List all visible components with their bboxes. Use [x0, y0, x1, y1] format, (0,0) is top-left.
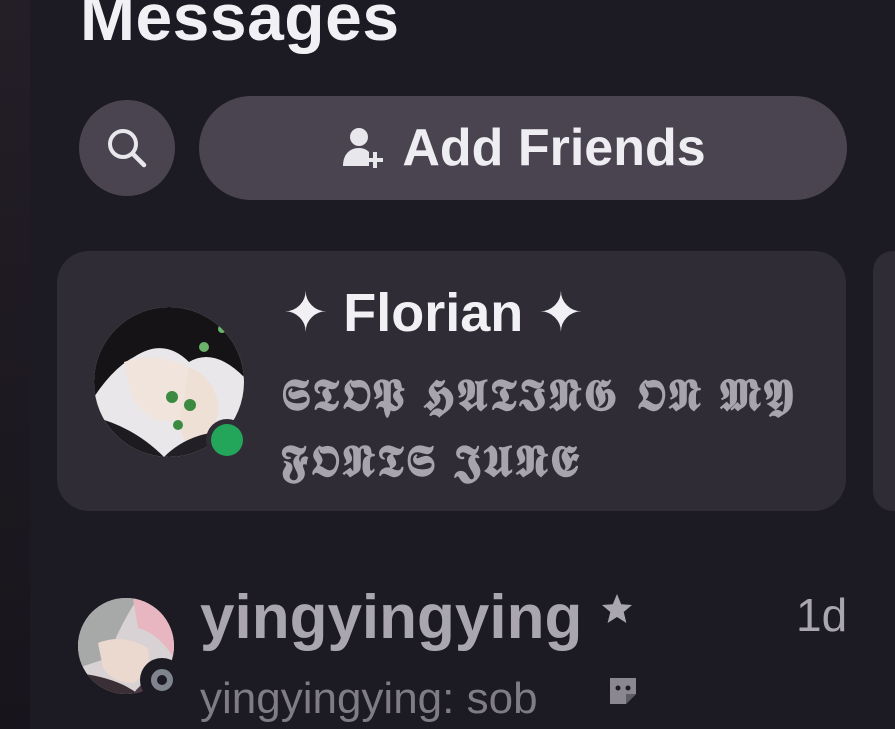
sticker-icon [610, 678, 636, 704]
featured-avatar-wrap[interactable] [94, 307, 248, 461]
featured-friend-card[interactable]: ✦ Florian ✦ 𝕾𝕿𝕺𝕻 𝕳𝕬𝕿𝕴𝕹𝕲 𝕺𝕹 𝕸𝖄 𝕱𝕺𝕹𝕿𝕾 𝕵𝖀𝕹𝕰 [57, 251, 846, 511]
search-icon [108, 129, 147, 168]
offline-status-indicator [140, 658, 184, 702]
add-friends-label: Add Friends [402, 119, 706, 177]
dm-avatar-wrap [78, 598, 184, 702]
search-button[interactable] [79, 100, 175, 196]
featured-friend-status: 𝕾𝕿𝕺𝕻 𝕳𝕬𝕿𝕴𝕹𝕲 𝕺𝕹 𝕸𝖄 𝕱𝕺𝕹𝕿𝕾 𝕵𝖀𝕹𝕰 [281, 370, 796, 487]
online-status-indicator [206, 419, 248, 461]
next-featured-card-edge[interactable] [873, 251, 895, 511]
dm-name: yingyingying [200, 583, 583, 652]
dm-last-message: yingyingying: sob [200, 674, 538, 723]
add-person-icon [343, 128, 384, 168]
dm-timestamp: 1d [796, 589, 848, 641]
featured-friend-name: ✦ Florian ✦ [283, 283, 584, 343]
page-title: Messages [80, 0, 400, 54]
add-friends-button[interactable]: Add Friends [199, 96, 847, 200]
star-icon [602, 594, 632, 623]
dm-list-item[interactable]: yingyingying 1d yingyingying: sob [0, 578, 895, 729]
messages-screen: Messages Add Friends ✦ Florian ✦ 𝕾𝕿𝕺𝕻 𝕳𝕬… [0, 0, 895, 729]
